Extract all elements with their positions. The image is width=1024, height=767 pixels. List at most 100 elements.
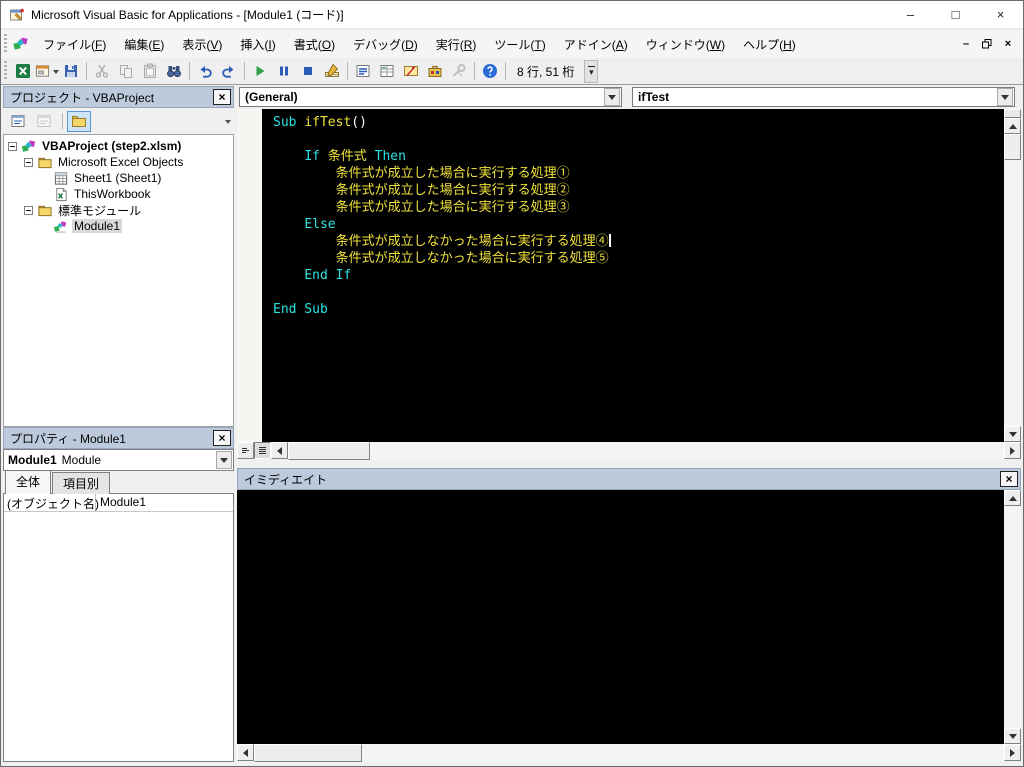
mdi-close-button[interactable]: ×: [999, 36, 1017, 52]
tree-item[interactable]: Module1: [4, 218, 233, 234]
toolbox-button[interactable]: [423, 60, 447, 82]
code-line: 条件式が成立した場合に実行する処理①: [335, 166, 570, 181]
immediate-editor[interactable]: [237, 490, 1004, 744]
scroll-left-button[interactable]: [271, 442, 288, 459]
split-handle[interactable]: [1004, 109, 1021, 118]
procedure-dropdown-button[interactable]: [997, 88, 1013, 106]
vertical-scroll-thumb[interactable]: [1004, 134, 1021, 160]
menu-item[interactable]: アドイン(A): [555, 32, 637, 57]
collapse-icon[interactable]: [24, 205, 33, 215]
toolbar-overflow-button[interactable]: ▾: [584, 59, 599, 83]
tab-categorized[interactable]: 項目別: [52, 472, 111, 494]
tree-item[interactable]: Microsoft Excel Objects: [4, 154, 233, 170]
tree-item[interactable]: Sheet1 (Sheet1): [4, 170, 233, 186]
property-value[interactable]: Module1: [96, 494, 233, 511]
code-line: End Sub: [273, 302, 328, 317]
selector-dropdown-button[interactable]: [216, 451, 232, 469]
tab-alphabetic[interactable]: 全体: [5, 470, 52, 494]
insert-userform-button[interactable]: [35, 60, 59, 82]
properties-object-selector[interactable]: Module1 Module: [3, 449, 234, 471]
chevron-down-icon[interactable]: [225, 119, 231, 127]
properties-grid: (オブジェクト名) Module1: [3, 493, 234, 762]
design-mode-button[interactable]: [320, 60, 344, 82]
scroll-down-button[interactable]: [1004, 728, 1021, 744]
collapse-icon[interactable]: [24, 157, 33, 167]
tree-item[interactable]: VBAProject (step2.xlsm): [4, 138, 233, 154]
horizontal-scroll-thumb[interactable]: [254, 744, 362, 762]
tree-item[interactable]: ThisWorkbook: [4, 186, 233, 202]
options-icon: [451, 63, 467, 79]
options-button[interactable]: [447, 60, 471, 82]
mdi-restore-button[interactable]: [978, 36, 996, 52]
mdi-minimize-button[interactable]: –: [957, 36, 975, 52]
tree-item[interactable]: 標準モジュール: [4, 202, 233, 218]
menu-item[interactable]: 挿入(I): [231, 32, 284, 57]
project-close-button[interactable]: ×: [213, 89, 231, 105]
scroll-up-button[interactable]: [1004, 490, 1021, 506]
minimize-button[interactable]: –: [888, 1, 933, 28]
undo-button[interactable]: [193, 60, 217, 82]
scroll-left-button[interactable]: [237, 744, 254, 761]
paste-button[interactable]: [138, 60, 162, 82]
procedure-view-button[interactable]: [237, 442, 254, 459]
cut-button[interactable]: [90, 60, 114, 82]
collapse-icon[interactable]: [8, 141, 17, 151]
object-dropdown-button[interactable]: [604, 88, 620, 106]
toggle-folders-button[interactable]: [67, 110, 91, 132]
view-excel-button[interactable]: [11, 60, 35, 82]
horizontal-scroll-thumb[interactable]: [288, 442, 370, 460]
view-object-button[interactable]: [32, 111, 56, 132]
arrow-right-icon: [1010, 446, 1019, 455]
menu-item[interactable]: ウィンドウ(W): [637, 32, 734, 57]
menu-item[interactable]: 書式(O): [285, 32, 344, 57]
code-editor[interactable]: Sub ifTest() If 条件式 Then 条件式が成立した場合に実行する…: [237, 109, 1004, 442]
tree-item-label: Sheet1 (Sheet1): [74, 171, 162, 185]
run-button[interactable]: [248, 60, 272, 82]
object-browser-button[interactable]: [399, 60, 423, 82]
menu-item[interactable]: 編集(E): [115, 32, 173, 57]
find-icon: [166, 63, 182, 79]
redo-button[interactable]: [217, 60, 241, 82]
chevron-down-icon: [1001, 94, 1009, 104]
toolbar-grip[interactable]: [4, 61, 7, 81]
scroll-down-button[interactable]: [1004, 426, 1021, 442]
tree-item-label: VBAProject (step2.xlsm): [42, 139, 182, 153]
close-button[interactable]: ×: [978, 1, 1023, 28]
scroll-right-button[interactable]: [1004, 442, 1021, 459]
break-button[interactable]: [272, 60, 296, 82]
full-module-view-button[interactable]: [254, 442, 271, 459]
reset-button[interactable]: [296, 60, 320, 82]
view-code-button[interactable]: [6, 111, 30, 132]
find-button[interactable]: [162, 60, 186, 82]
procedure-dropdown[interactable]: ifTest: [632, 87, 1015, 107]
maximize-button[interactable]: □: [933, 1, 978, 28]
menu-item[interactable]: 表示(V): [173, 32, 231, 57]
code-window: (General) ifTest Sub ifTest() If 条件式 The…: [237, 86, 1021, 460]
scroll-right-button[interactable]: [1004, 744, 1021, 761]
procedure-dropdown-value: ifTest: [638, 90, 670, 104]
menu-item[interactable]: ヘルプ(H): [734, 32, 805, 57]
menu-item[interactable]: 実行(R): [427, 32, 486, 57]
menu-item[interactable]: ツール(T): [485, 32, 554, 57]
object-dropdown[interactable]: (General): [239, 87, 622, 107]
immediate-header[interactable]: イミディエイト ×: [237, 468, 1021, 490]
toolbar-grip[interactable]: [4, 34, 7, 54]
save-button[interactable]: [59, 60, 83, 82]
immediate-close-button[interactable]: ×: [1000, 471, 1018, 487]
tree-item-label: 標準モジュール: [58, 203, 142, 218]
menu-item[interactable]: デバッグ(D): [344, 32, 427, 57]
help-button[interactable]: [478, 60, 502, 82]
properties-panel-header[interactable]: プロパティ - Module1 ×: [3, 427, 234, 449]
menu-item[interactable]: ファイル(F): [34, 32, 115, 57]
project-tree: VBAProject (step2.xlsm) Microsoft Excel O…: [3, 134, 234, 427]
copy-button[interactable]: [114, 60, 138, 82]
properties-close-button[interactable]: ×: [213, 430, 231, 446]
project-panel-header[interactable]: プロジェクト - VBAProject ×: [3, 86, 234, 108]
properties-window-button[interactable]: [375, 60, 399, 82]
project-explorer-button[interactable]: [351, 60, 375, 82]
margin-indicator-bar[interactable]: [237, 109, 262, 442]
immediate-window: イミディエイト ×: [237, 468, 1021, 762]
tree-item-label: Microsoft Excel Objects: [58, 155, 184, 169]
scroll-up-button[interactable]: [1004, 118, 1021, 134]
